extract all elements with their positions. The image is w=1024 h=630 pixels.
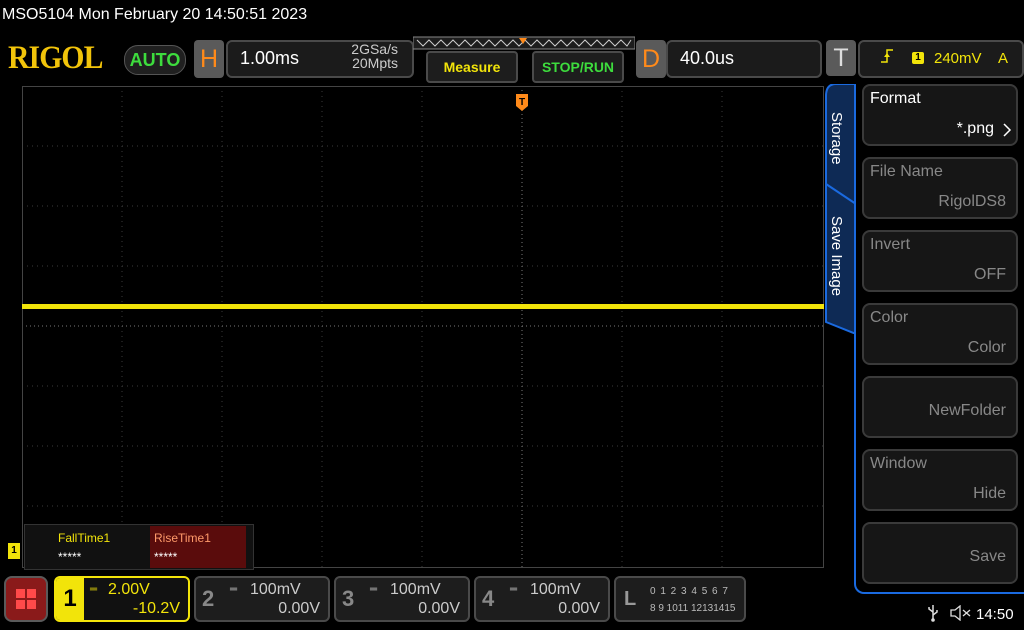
channel-4-offset: 0.00V [558,600,600,617]
channel-3-offset: 0.00V [418,600,460,617]
menu-item-format[interactable]: Format *.png [862,84,1018,146]
auto-button[interactable]: AUTO [124,45,186,75]
trigger-letter[interactable]: T [826,40,856,76]
rise-time-value: ***** [154,550,178,564]
logic-channels-row-2: 8 9 1011 12131415 [650,603,736,614]
dc-coupling-icon: ═ [510,584,518,595]
channel-2-offset: 0.00V [278,600,320,617]
dc-coupling-icon: ═ [230,584,238,595]
measurement-channel-badge: 1 [8,543,20,559]
invert-label: Invert [870,236,911,253]
dc-coupling-icon: ═ [370,584,378,595]
timebase-value: 1.00ms [240,48,300,68]
channel-3-number: 3 [342,586,355,611]
window-title: MSO5104 Mon February 20 14:50:51 2023 [2,6,308,23]
channel-4-number: 4 [482,586,495,611]
grid-lines [22,86,824,568]
menu-item-new-folder[interactable]: NewFolder [862,376,1018,438]
trigger-position-marker: T [516,94,528,111]
chevron-right-icon [1003,123,1012,137]
usb-icon [928,605,938,622]
color-value: Color [967,339,1006,356]
menu-item-save[interactable]: Save [862,522,1018,584]
rigol-logo: RIGOL [8,40,103,76]
trigger-source-badge: 1 [912,52,924,64]
menu-item-color[interactable]: Color Color [862,303,1018,365]
sample-rate: 2GSa/s 20Mpts [340,42,398,70]
rise-time-label: RiseTime1 [154,531,211,545]
menu-item-invert[interactable]: Invert OFF [862,230,1018,292]
channel-4-scale: 100mV [530,581,581,598]
waveform-grid[interactable]: T [22,86,824,568]
window-label: Window [870,455,927,472]
channel-2-scale: 100mV [250,581,301,598]
channel-1-offset: -10.2V [132,600,180,617]
channel-1-scale: 2.00V [108,581,150,598]
measure-button[interactable]: Measure [426,51,518,83]
fall-time-value: ***** [58,550,82,564]
menu-item-file-name[interactable]: File Name RigolDS8 [862,157,1018,219]
delay-letter[interactable]: D [636,40,666,78]
system-clock: 14:50 [976,606,1014,623]
format-value: *.png [956,120,994,137]
rising-edge-icon [880,48,894,67]
dc-coupling-icon: ═ [90,584,98,595]
color-label: Color [870,309,909,326]
menu-item-window[interactable]: Window Hide [862,449,1018,511]
stop-run-button[interactable]: STOP/RUN [532,51,624,83]
window-value: Hide [973,485,1006,502]
delay-value: 40.0us [680,48,735,68]
channel-2-number: 2 [202,586,215,611]
home-button[interactable] [4,576,48,622]
sample-rate-value: 2GSa/s [351,41,398,57]
fall-time-label: FallTime1 [58,531,111,545]
trigger-mode: A [998,50,1009,67]
channel-3-scale: 100mV [390,581,441,598]
grid-menu-icon [16,589,36,609]
channel-1-trace [22,304,824,309]
trigger-level: 240mV [934,50,982,67]
channel-1-badge: 1 [56,578,84,620]
svg-text:T: T [519,97,525,108]
invert-value: OFF [974,266,1006,283]
new-folder-value: NewFolder [928,402,1006,419]
logic-analyzer-letter: L [624,588,637,610]
memory-bar-icon [413,36,635,50]
save-value: Save [969,548,1006,565]
file-name-label: File Name [870,163,943,180]
format-label: Format [870,90,921,107]
mute-icon[interactable] [950,605,972,621]
memory-depth-value: 20Mpts [352,55,398,71]
file-name-value: RigolDS8 [938,193,1006,210]
horizontal-letter[interactable]: H [194,40,224,78]
logic-channels-row-1: 0 1 2 3 4 5 6 7 [650,586,729,597]
tab-save-image[interactable]: Save Image [828,216,845,296]
tab-storage[interactable]: Storage [828,112,845,165]
